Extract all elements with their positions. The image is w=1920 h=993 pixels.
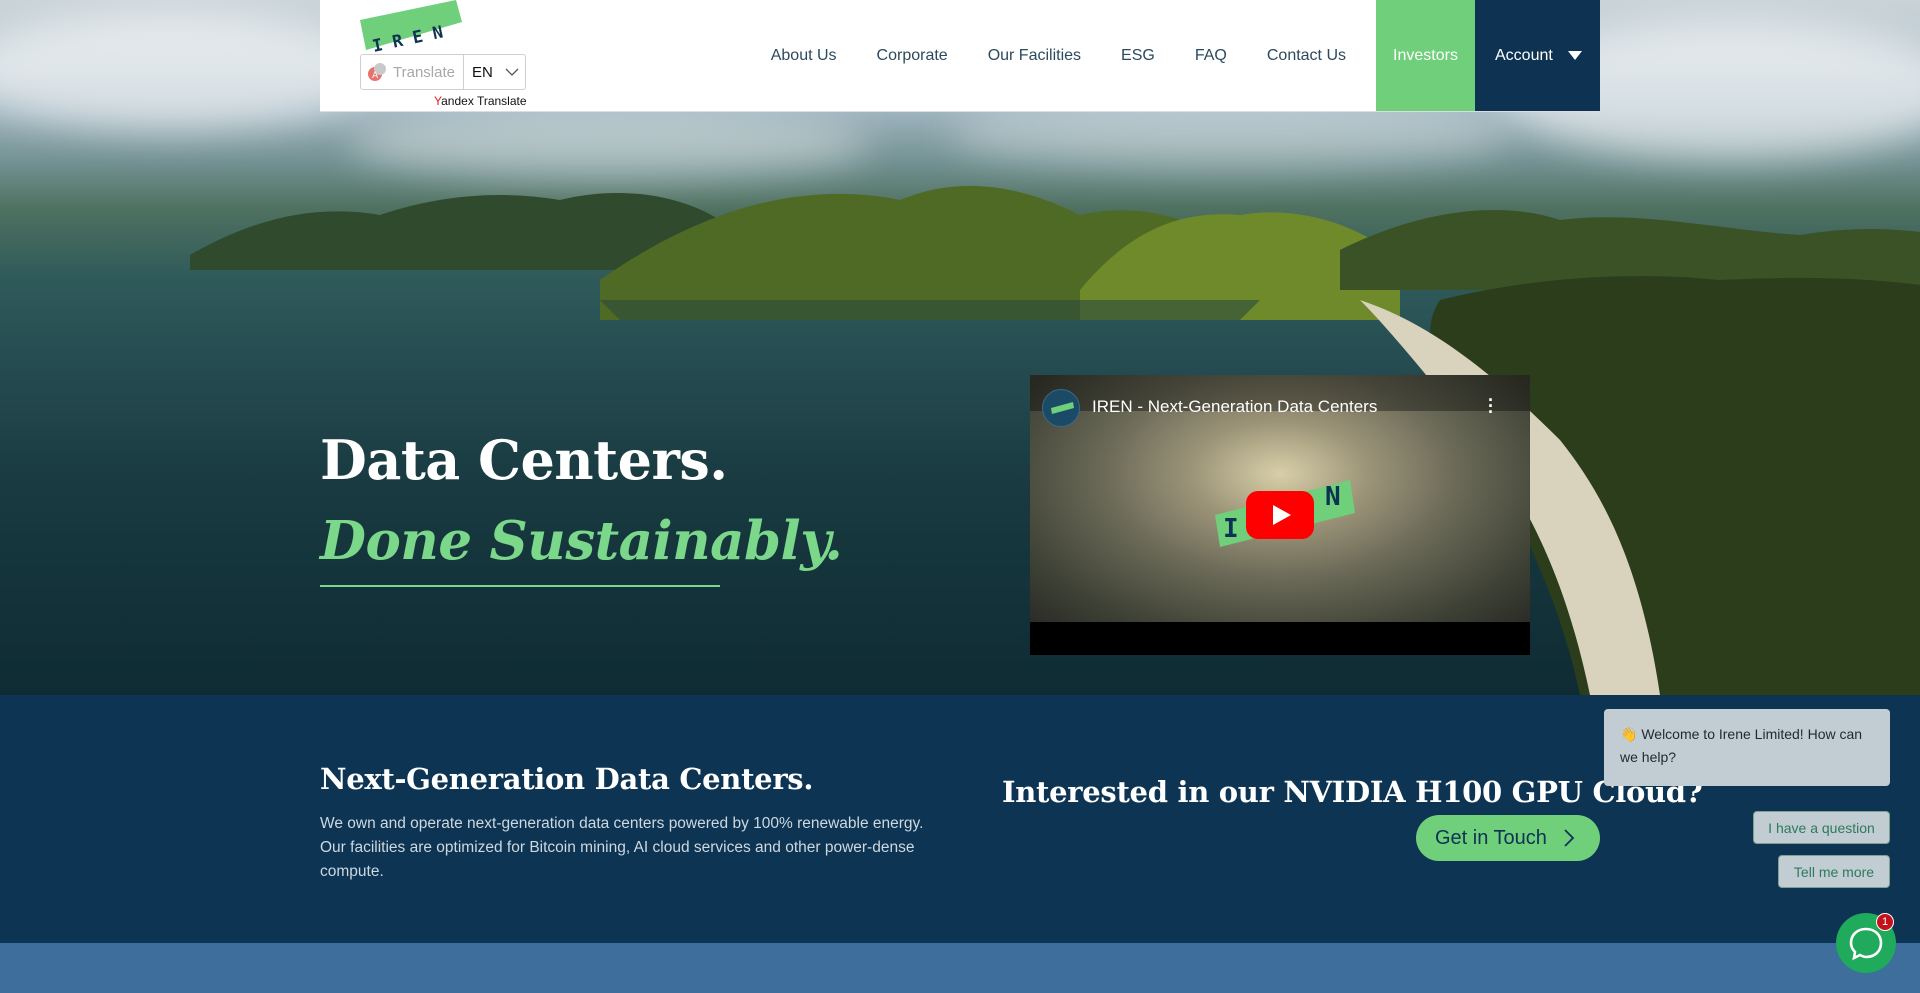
svg-text:N: N xyxy=(1325,482,1341,512)
nav-esg[interactable]: ESG xyxy=(1101,0,1175,111)
hero-title: Data Centers. xyxy=(320,428,728,492)
chat-welcome-message: 👋 Welcome to Irene Limited! How can we h… xyxy=(1604,709,1890,786)
section-title: Next-Generation Data Centers. xyxy=(320,762,814,796)
play-button[interactable] xyxy=(1246,491,1314,539)
svg-text:A: A xyxy=(372,71,379,81)
nav-faq[interactable]: FAQ xyxy=(1175,0,1247,111)
translate-button[interactable]: A Translate xyxy=(361,55,464,89)
more-options-icon[interactable]: · · · xyxy=(1488,391,1494,421)
video-player[interactable]: IREN - Next-Generation Data Centers · · · … xyxy=(1030,375,1530,655)
gpu-cta-title: Interested in our NVIDIA H100 GPU Cloud? xyxy=(1002,775,1703,809)
site-header: I R E N A Translate EN Yandex Translate … xyxy=(320,0,1600,112)
translate-icon: A xyxy=(368,63,386,81)
caret-down-icon xyxy=(1568,51,1582,60)
account-label: Account xyxy=(1495,46,1553,64)
hero-underline xyxy=(320,585,720,587)
nav-contact[interactable]: Contact Us xyxy=(1247,0,1366,111)
svg-text:I: I xyxy=(1223,514,1239,544)
chat-notification-badge: 1 xyxy=(1876,913,1894,931)
iren-logo[interactable]: I R E N xyxy=(360,0,462,52)
channel-avatar[interactable] xyxy=(1042,389,1080,427)
next-section-strip xyxy=(0,943,1920,993)
video-title[interactable]: IREN - Next-Generation Data Centers xyxy=(1092,397,1377,417)
get-in-touch-button[interactable]: Get in Touch xyxy=(1416,815,1600,861)
chat-option-tell-more[interactable]: Tell me more xyxy=(1778,855,1890,888)
translate-widget[interactable]: A Translate EN xyxy=(360,54,526,90)
chevron-down-icon xyxy=(505,68,519,76)
yandex-translate-link[interactable]: Yandex Translate xyxy=(434,94,527,108)
get-in-touch-label: Get in Touch xyxy=(1435,826,1547,849)
iren-logo-icon xyxy=(1051,402,1074,414)
nav-investors[interactable]: Investors xyxy=(1376,0,1475,111)
nav-facilities[interactable]: Our Facilities xyxy=(968,0,1101,111)
section-description: We own and operate next-generation data … xyxy=(320,815,924,880)
language-select[interactable]: EN xyxy=(464,55,525,89)
chevron-right-icon xyxy=(1564,829,1575,847)
main-nav: About Us Corporate Our Facilities ESG FA… xyxy=(751,0,1600,111)
yandex-rest: andex Translate xyxy=(441,94,527,108)
language-value: EN xyxy=(472,63,493,81)
chat-option-question[interactable]: I have a question xyxy=(1753,811,1890,844)
translate-label: Translate xyxy=(393,63,455,81)
nav-corporate[interactable]: Corporate xyxy=(857,0,968,111)
nav-about[interactable]: About Us xyxy=(751,0,857,111)
hero-subtitle: Done Sustainably. xyxy=(320,510,843,572)
nav-account[interactable]: Account xyxy=(1475,0,1600,111)
